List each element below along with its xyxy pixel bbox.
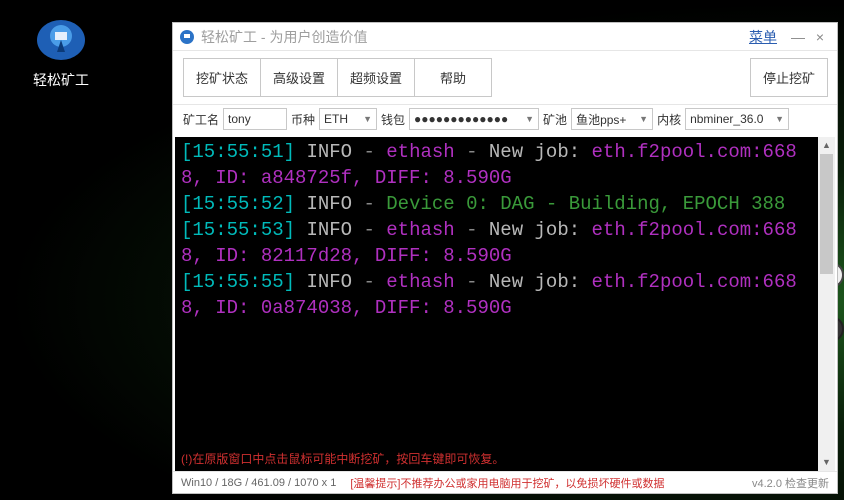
- version-label[interactable]: v4.2.0 检查更新: [752, 475, 829, 491]
- desktop-shortcut[interactable]: 轻松矿工: [16, 16, 106, 92]
- scroll-up-button[interactable]: ▲: [818, 137, 835, 154]
- stop-mining-button[interactable]: 停止挖矿: [750, 58, 828, 97]
- close-button[interactable]: ×: [809, 29, 831, 45]
- fields-bar: 矿工名 tony 币种 ETH▼ 钱包 ●●●●●●●●●●●●●▼ 矿池 鱼池…: [173, 105, 837, 137]
- chevron-down-icon: ▼: [363, 114, 372, 124]
- window-title: 轻松矿工 - 为用户创造价值: [201, 27, 367, 47]
- app-logo-icon: [179, 29, 195, 45]
- kernel-select[interactable]: nbminer_36.0▼: [685, 108, 789, 130]
- chevron-down-icon: ▼: [525, 114, 534, 124]
- app-icon: [32, 16, 90, 64]
- minimize-button[interactable]: —: [787, 29, 809, 45]
- tab-oc-settings[interactable]: 超频设置: [337, 58, 415, 97]
- scroll-down-button[interactable]: ▼: [818, 454, 835, 471]
- wallet-select[interactable]: ●●●●●●●●●●●●●▼: [409, 108, 539, 130]
- chevron-down-icon: ▼: [775, 114, 784, 124]
- console-area: [15:55:51] INFO - ethash - New job: eth.…: [175, 137, 835, 471]
- system-info: Win10 / 18G / 461.09 / 1070 x 1: [181, 477, 336, 489]
- tab-help[interactable]: 帮助: [414, 58, 492, 97]
- status-bar: Win10 / 18G / 461.09 / 1070 x 1 [温馨提示]不推…: [173, 471, 837, 493]
- tab-advanced-settings[interactable]: 高级设置: [260, 58, 338, 97]
- coin-select[interactable]: ETH▼: [319, 108, 377, 130]
- worker-input[interactable]: tony: [223, 108, 287, 130]
- status-warning: [温馨提示]不推荐办公或家用电脑用于挖矿，以免损坏硬件或数据: [350, 475, 664, 491]
- scrollbar[interactable]: ▲ ▼: [818, 137, 835, 471]
- tab-mining-status[interactable]: 挖矿状态: [183, 58, 261, 97]
- kernel-label: 内核: [657, 111, 681, 128]
- coin-label: 币种: [291, 111, 315, 128]
- titlebar: 轻松矿工 - 为用户创造价值 菜单 — ×: [173, 23, 837, 51]
- chevron-down-icon: ▼: [639, 114, 648, 124]
- wallet-label: 钱包: [381, 111, 405, 128]
- menu-link[interactable]: 菜单: [749, 27, 777, 47]
- console-warning-note: (!)在原版窗口中点击鼠标可能中断挖矿，按回车键即可恢复。: [175, 446, 818, 471]
- app-window: 轻松矿工 - 为用户创造价值 菜单 — × 挖矿状态 高级设置 超频设置 帮助 …: [172, 22, 838, 494]
- pool-select[interactable]: 鱼池pps+▼: [571, 108, 653, 130]
- scroll-thumb[interactable]: [820, 154, 833, 274]
- desktop-shortcut-label: 轻松矿工: [16, 68, 106, 92]
- scroll-track[interactable]: [818, 154, 835, 454]
- worker-label: 矿工名: [183, 111, 219, 128]
- console-output: [15:55:51] INFO - ethash - New job: eth.…: [175, 137, 818, 446]
- toolbar: 挖矿状态 高级设置 超频设置 帮助 停止挖矿: [173, 51, 837, 105]
- pool-label: 矿池: [543, 111, 567, 128]
